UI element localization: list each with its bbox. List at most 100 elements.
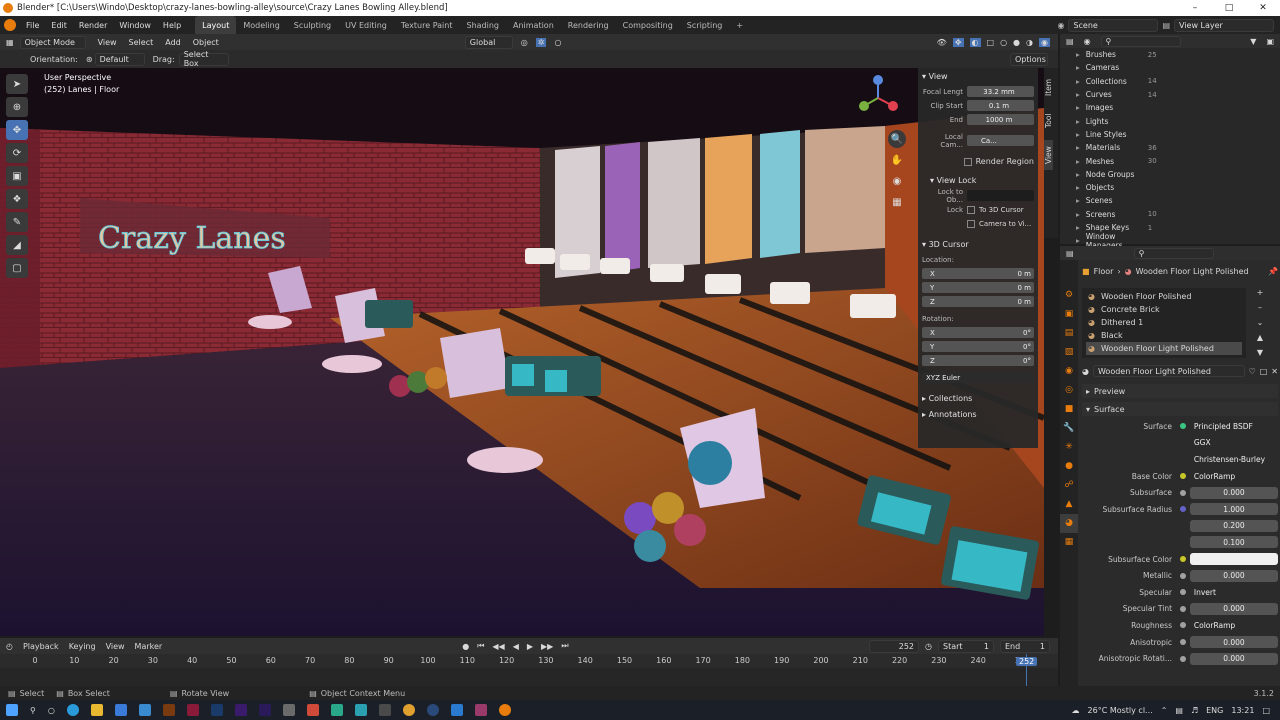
next-key-icon[interactable]: ▶▶ xyxy=(541,642,553,651)
game-icon[interactable] xyxy=(378,704,391,716)
menu-playback[interactable]: Playback xyxy=(23,642,59,651)
expand-icon[interactable]: ▸ xyxy=(1076,103,1080,112)
tool-tab-icon[interactable]: ⚙ xyxy=(1060,286,1078,305)
object-tab-icon[interactable]: ■ xyxy=(1060,400,1078,419)
socket-icon[interactable] xyxy=(1180,473,1186,480)
menu-render[interactable]: Render xyxy=(73,21,113,30)
outliner-item[interactable]: ▸ Meshes 30 xyxy=(1060,154,1280,167)
end-frame-field[interactable]: End 1 xyxy=(1000,639,1050,653)
material-slot[interactable]: ◕ Concrete Brick xyxy=(1086,303,1242,316)
cursor-z-field[interactable]: Z0 m xyxy=(922,296,1034,307)
tab-scripting[interactable]: Scripting xyxy=(680,16,730,34)
modifier-tab-icon[interactable]: 🔧 xyxy=(1060,419,1078,438)
expand-icon[interactable]: ▸ xyxy=(1076,117,1080,126)
socket-icon[interactable] xyxy=(1180,589,1186,596)
app-icon[interactable] xyxy=(282,704,295,716)
socket-icon[interactable] xyxy=(1180,605,1186,612)
properties-search-input[interactable]: ⚲ xyxy=(1133,247,1214,259)
illustrator-icon[interactable] xyxy=(162,704,175,716)
menu-help[interactable]: Help xyxy=(157,21,187,30)
jump-end-icon[interactable]: ⏭ xyxy=(561,641,568,651)
camera-to-view-checkbox[interactable] xyxy=(967,219,975,228)
add-workspace-icon[interactable]: + xyxy=(729,16,750,34)
expand-icon[interactable]: ▸ xyxy=(1076,77,1080,86)
3d-cursor-header[interactable]: ▾ 3D Cursor xyxy=(918,236,1038,252)
play-reverse-icon[interactable]: ◀ xyxy=(513,642,519,651)
menu-marker[interactable]: Marker xyxy=(135,642,163,651)
move-down-icon[interactable]: ▼ xyxy=(1257,348,1263,357)
world-tab-icon[interactable]: ◎ xyxy=(1060,381,1078,400)
rotate-tool-icon[interactable]: ⟳ xyxy=(6,143,28,163)
property-value-field[interactable]: 0.000 xyxy=(1189,636,1278,649)
socket-icon[interactable] xyxy=(1180,556,1186,563)
frame-ruler[interactable]: 0 10 20 30 40 50 60 70 80 90 100 110 120 130 140 150 160… xyxy=(0,656,1058,668)
menu-add[interactable]: Add xyxy=(159,38,187,47)
expand-icon[interactable]: ▸ xyxy=(1076,183,1080,192)
outliner-item[interactable]: ▸ Line Styles xyxy=(1060,128,1280,141)
move-up-icon[interactable]: ▲ xyxy=(1257,333,1263,342)
cursor-rot-z-field[interactable]: Z 0° xyxy=(922,355,1034,366)
expand-icon[interactable]: ▸ xyxy=(1076,63,1080,72)
output-tab-icon[interactable]: ▤ xyxy=(1060,324,1078,343)
tab-layout[interactable]: Layout xyxy=(195,16,237,34)
after-effects-icon[interactable] xyxy=(258,704,271,716)
socket-icon[interactable] xyxy=(1180,572,1186,579)
data-tab-icon[interactable]: ▲ xyxy=(1060,495,1078,514)
tab-tool[interactable]: Tool xyxy=(1044,106,1053,136)
volume-icon[interactable]: ♬ xyxy=(1191,706,1198,715)
slot-menu-icon[interactable]: ⌄ xyxy=(1257,318,1264,327)
3d-app-icon[interactable] xyxy=(330,704,343,716)
explorer-icon[interactable] xyxy=(90,704,103,716)
measure-tool-icon[interactable]: ◢ xyxy=(6,235,28,255)
tab-animation[interactable]: Animation xyxy=(506,16,561,34)
expand-icon[interactable]: ▸ xyxy=(1076,157,1080,166)
mail-icon[interactable] xyxy=(138,704,151,716)
outliner-item[interactable]: ▸ Node Groups xyxy=(1060,168,1280,181)
property-value-field[interactable]: 1.000 xyxy=(1189,503,1278,516)
3d-viewport[interactable]: Crazy Lanes User Perspective (252) Lanes… xyxy=(0,68,1044,636)
play-icon[interactable]: ▶ xyxy=(527,642,533,651)
tab-texture-paint[interactable]: Texture Paint xyxy=(394,16,460,34)
xray-icon[interactable]: □ xyxy=(987,38,995,47)
property-value-field[interactable]: Christensen-Burley xyxy=(1189,453,1278,466)
menu-file[interactable]: File xyxy=(20,21,45,30)
particles-tab-icon[interactable]: ✳ xyxy=(1060,438,1078,457)
timeline-area[interactable] xyxy=(0,654,1058,686)
material-shading-icon[interactable]: ◑ xyxy=(1026,38,1033,47)
playhead[interactable]: 252 xyxy=(1016,657,1038,666)
windows-start-icon[interactable] xyxy=(6,704,18,716)
close-icon[interactable]: ✕ xyxy=(1246,3,1280,13)
tab-rendering[interactable]: Rendering xyxy=(561,16,616,34)
unlink-material-icon[interactable]: ✕ xyxy=(1271,367,1278,376)
material-slot[interactable]: ◕ Wooden Floor Light Polished xyxy=(1086,342,1242,355)
maya-icon[interactable] xyxy=(354,704,367,716)
material-tab-icon[interactable]: ◕ xyxy=(1060,514,1078,533)
surface-panel-header[interactable]: ▾ Surface xyxy=(1082,402,1278,416)
expand-icon[interactable]: ▸ xyxy=(1076,130,1080,139)
grid-icon[interactable]: ▦ xyxy=(888,193,906,211)
pan-hand-icon[interactable]: ✋ xyxy=(888,151,906,169)
clip-start-field[interactable]: 0.1 m xyxy=(967,100,1034,111)
rotation-mode-select[interactable]: XYZ Euler xyxy=(922,372,1034,383)
outliner-item[interactable]: ▸ Materials 36 xyxy=(1060,141,1280,154)
store-icon[interactable] xyxy=(114,704,127,716)
preview-panel-header[interactable]: ▸ Preview xyxy=(1082,384,1278,398)
current-frame-field[interactable]: 252 xyxy=(869,639,920,653)
expand-icon[interactable]: ▸ xyxy=(1076,50,1080,59)
duplicate-material-icon[interactable]: □ xyxy=(1260,367,1268,376)
winrar-icon[interactable] xyxy=(474,704,487,716)
physics-tab-icon[interactable]: ● xyxy=(1060,457,1078,476)
visibility-icon[interactable]: 👁 xyxy=(937,38,947,47)
property-value-field[interactable]: Invert xyxy=(1189,586,1278,599)
camera-icon[interactable]: ◉ xyxy=(888,172,906,190)
outliner-item[interactable]: ▸ Brushes 25 xyxy=(1060,48,1280,61)
socket-icon[interactable] xyxy=(1180,423,1186,430)
zoom-icon[interactable]: 🔍 xyxy=(888,130,906,148)
add-slot-icon[interactable]: + xyxy=(1257,288,1264,297)
property-value-field[interactable]: 0.100 xyxy=(1189,536,1278,549)
network-icon[interactable]: ▤ xyxy=(1175,706,1183,715)
tray-arrow-icon[interactable]: ⌃ xyxy=(1161,706,1168,715)
search-icon[interactable]: ⚲ xyxy=(30,706,36,715)
outliner-item[interactable]: ▸ Curves 14 xyxy=(1060,88,1280,101)
mode-select[interactable]: Object Mode xyxy=(19,35,86,49)
